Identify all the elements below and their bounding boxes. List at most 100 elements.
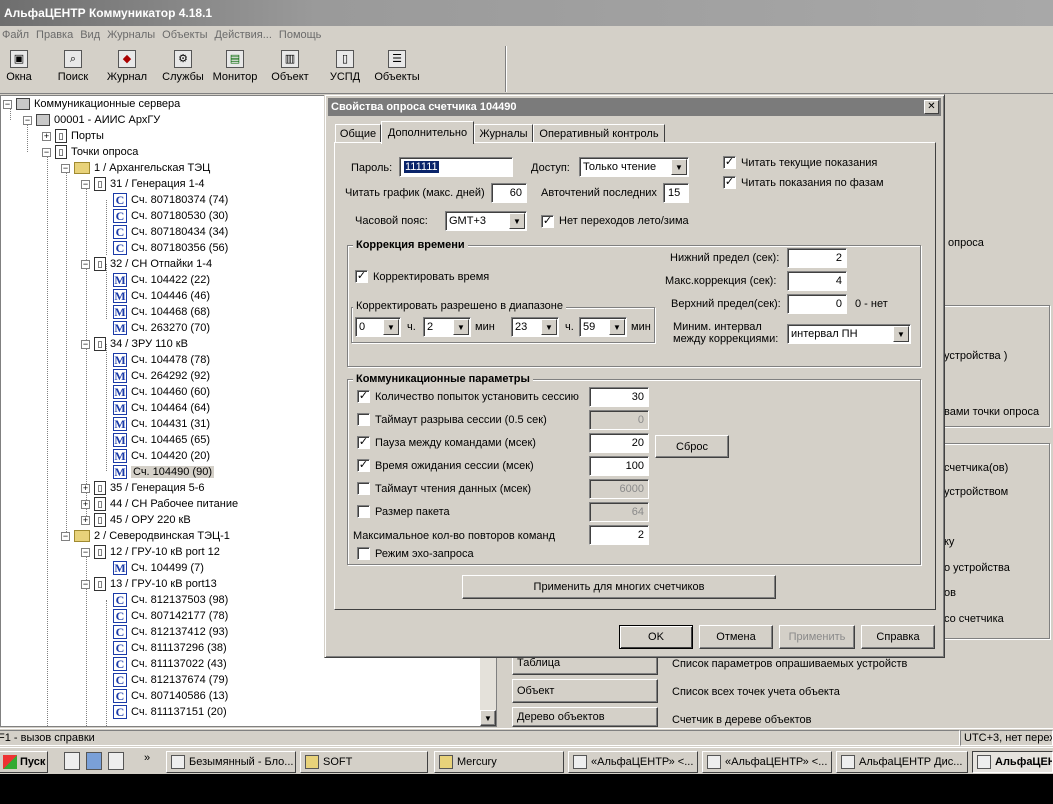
tab-journals[interactable]: Журналы bbox=[474, 124, 533, 143]
tree-node-meter[interactable]: M Сч. 264292 (92) bbox=[113, 368, 210, 384]
password-input[interactable]: 111111 bbox=[399, 157, 513, 177]
collapse-icon[interactable]: − bbox=[61, 531, 70, 541]
tree-node-group[interactable]: − ▯ 31 / Генерация 1-4 bbox=[81, 176, 205, 192]
tree-node-meter[interactable]: C Сч. 807180434 (34) bbox=[113, 224, 228, 240]
quicklaunch-icon[interactable] bbox=[108, 752, 124, 770]
tab-additional[interactable]: Дополнительно bbox=[381, 121, 474, 144]
apply-button[interactable]: Применить bbox=[779, 625, 855, 649]
monitor-button[interactable]: ▤ Монитор bbox=[210, 46, 260, 90]
read-current-checkbox[interactable]: ✓ bbox=[723, 156, 736, 169]
object-button[interactable]: ▥ Объект bbox=[268, 46, 312, 90]
session-attempts-input[interactable]: 30 bbox=[589, 387, 649, 407]
taskbar-item[interactable]: SOFT bbox=[300, 751, 428, 773]
taskbar-item[interactable]: Безымянный - Бло... bbox=[166, 751, 296, 773]
chevron-right-icon[interactable]: » bbox=[144, 752, 150, 764]
quicklaunch-icon[interactable] bbox=[64, 752, 80, 770]
lower-limit-input[interactable]: 2 bbox=[787, 248, 847, 268]
tree-node-meter[interactable]: M Сч. 104460 (60) bbox=[113, 384, 210, 400]
expand-icon[interactable]: + bbox=[42, 131, 51, 141]
object-view-button[interactable]: Объект bbox=[512, 679, 658, 703]
tree-node-meter[interactable]: M Сч. 104422 (22) bbox=[113, 272, 210, 288]
menu-file[interactable]: Файл bbox=[2, 29, 36, 41]
start-button[interactable]: Пуск bbox=[0, 751, 48, 773]
echo-mode-checkbox[interactable] bbox=[357, 547, 370, 560]
packet-size-checkbox[interactable] bbox=[357, 505, 370, 518]
autoreads-input[interactable]: 15 bbox=[663, 183, 689, 203]
session-break-timeout-checkbox[interactable] bbox=[357, 413, 370, 426]
tree-node-meter[interactable]: M Сч. 104465 (65) bbox=[113, 432, 210, 448]
collapse-icon[interactable]: − bbox=[61, 163, 70, 173]
correct-time-checkbox[interactable]: ✓ bbox=[355, 270, 368, 283]
upper-limit-input[interactable]: 0 bbox=[787, 294, 847, 314]
collapse-icon[interactable]: − bbox=[81, 547, 90, 557]
tab-general[interactable]: Общие bbox=[335, 124, 381, 143]
menu-objects[interactable]: Объекты bbox=[162, 29, 214, 41]
to-min-select[interactable]: 59 ▼ bbox=[579, 317, 627, 337]
from-min-select[interactable]: 2 ▼ bbox=[423, 317, 471, 337]
to-hour-select[interactable]: 23 ▼ bbox=[511, 317, 559, 337]
tree-node-meter[interactable]: C Сч. 811137296 (38) bbox=[113, 640, 227, 656]
read-graph-input[interactable]: 60 bbox=[491, 183, 527, 203]
object-tree-button[interactable]: Дерево объектов bbox=[512, 707, 658, 727]
reset-button[interactable]: Сброс bbox=[655, 435, 729, 458]
collapse-icon[interactable]: − bbox=[81, 579, 90, 589]
tree-node-object[interactable]: − 2 / Северодвинская ТЭЦ-1 bbox=[61, 528, 230, 544]
tree-node-group[interactable]: − ▯ 34 / ЗРУ 110 кВ bbox=[81, 336, 188, 352]
tree-node-meter[interactable]: C Сч. 807180530 (30) bbox=[113, 208, 228, 224]
max-repeats-input[interactable]: 2 bbox=[589, 525, 649, 545]
session-wait-checkbox[interactable]: ✓ bbox=[357, 459, 370, 472]
apply-many-meters-button[interactable]: Применить для многих счетчиков bbox=[462, 575, 776, 599]
expand-icon[interactable]: + bbox=[81, 515, 90, 525]
read-phases-checkbox[interactable]: ✓ bbox=[723, 176, 736, 189]
taskbar-item[interactable]: АльфаЦЕНТР Дис... bbox=[836, 751, 968, 773]
taskbar-item-active[interactable]: АльфаЦЕНТР bbox=[972, 751, 1053, 773]
collapse-icon[interactable]: − bbox=[81, 259, 90, 269]
help-button[interactable]: Справка bbox=[861, 625, 935, 649]
tree-node-object[interactable]: − 1 / Архангельская ТЭЦ bbox=[61, 160, 210, 176]
collapse-icon[interactable]: − bbox=[42, 147, 51, 157]
menu-help[interactable]: Помощь bbox=[279, 29, 329, 41]
tree-node-meter[interactable]: M Сч. 104420 (20) bbox=[113, 448, 210, 464]
menu-edit[interactable]: Правка bbox=[36, 29, 80, 41]
session-break-timeout-input[interactable]: 0 bbox=[589, 410, 649, 430]
uspd-button[interactable]: ▯ УСПД bbox=[328, 46, 362, 90]
tree-node-group[interactable]: + ▯ 35 / Генерация 5-6 bbox=[81, 480, 205, 496]
tree-node-servers[interactable]: − Коммуникационные сервера bbox=[3, 96, 180, 112]
journal-button[interactable]: ◆ Журнал bbox=[104, 46, 150, 90]
tree-node-group[interactable]: − ▯ 12 / ГРУ-10 кВ port 12 bbox=[81, 544, 220, 560]
tab-operational-control[interactable]: Оперативный контроль bbox=[533, 124, 665, 143]
ok-button[interactable]: OK bbox=[619, 625, 693, 649]
tree-node-group[interactable]: + ▯ 44 / СН Рабочее питание bbox=[81, 496, 238, 512]
min-interval-select[interactable]: интервал ПН ▼ bbox=[787, 324, 911, 344]
data-read-timeout-input[interactable]: 6000 bbox=[589, 479, 649, 499]
command-pause-checkbox[interactable]: ✓ bbox=[357, 436, 370, 449]
cancel-button[interactable]: Отмена bbox=[699, 625, 773, 649]
tree-node-meter[interactable]: M Сч. 104499 (7) bbox=[113, 560, 204, 576]
tree-node-meter[interactable]: C Сч. 807180356 (56) bbox=[113, 240, 228, 256]
objects-button[interactable]: ☰ Объекты bbox=[372, 46, 422, 90]
command-pause-input[interactable]: 20 bbox=[589, 433, 649, 453]
tree-node-meter[interactable]: M Сч. 104431 (31) bbox=[113, 416, 210, 432]
taskbar-item[interactable]: Mercury bbox=[434, 751, 564, 773]
desktop-icon[interactable] bbox=[86, 752, 102, 770]
tree-node-group[interactable]: + ▯ 45 / ОРУ 220 кВ bbox=[81, 512, 191, 528]
windows-button[interactable]: ▣ Окна bbox=[4, 46, 34, 90]
tree-node-meter[interactable]: M Сч. 104446 (46) bbox=[113, 288, 210, 304]
no-dst-checkbox[interactable]: ✓ bbox=[541, 215, 554, 228]
services-button[interactable]: ⚙ Службы bbox=[160, 46, 206, 90]
tree-node-meter[interactable]: C Сч. 812137503 (98) bbox=[113, 592, 228, 608]
expand-icon[interactable]: + bbox=[81, 483, 90, 493]
max-correction-input[interactable]: 4 bbox=[787, 271, 847, 291]
taskbar-item[interactable]: «АльфаЦЕНТР» <... bbox=[568, 751, 698, 773]
expand-icon[interactable]: + bbox=[81, 499, 90, 509]
tree-node-meter[interactable]: M Сч. 104464 (64) bbox=[113, 400, 210, 416]
tree-node-meter[interactable]: C Сч. 812137412 (93) bbox=[113, 624, 228, 640]
access-select[interactable]: Только чтение ▼ bbox=[579, 157, 689, 177]
tree-node-aiis[interactable]: − 00001 - АИИС АрхГУ bbox=[23, 112, 160, 128]
menu-view[interactable]: Вид bbox=[80, 29, 107, 41]
search-button[interactable]: ⌕ Поиск bbox=[54, 46, 92, 90]
packet-size-input[interactable]: 64 bbox=[589, 502, 649, 522]
collapse-icon[interactable]: − bbox=[3, 99, 12, 109]
menu-journals[interactable]: Журналы bbox=[107, 29, 162, 41]
tree-node-meter[interactable]: M Сч. 104468 (68) bbox=[113, 304, 210, 320]
